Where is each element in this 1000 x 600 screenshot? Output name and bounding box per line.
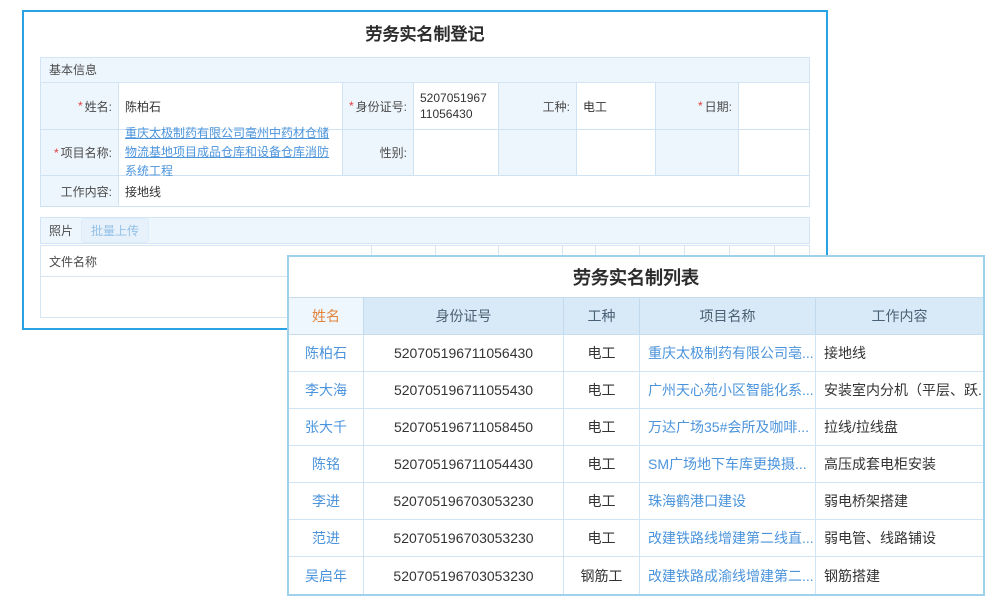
- id-number-label: * 身份证号:: [343, 83, 414, 130]
- cell-project: SM广场地下车库更换摄...: [640, 446, 816, 482]
- cell-content: 接地线: [816, 335, 983, 371]
- cell-project: 改建铁路成渝线增建第二...: [640, 557, 816, 594]
- empty-label-cell: [499, 130, 577, 176]
- cell-work-type: 电工: [564, 409, 640, 445]
- basic-info-grid: * 姓名: 陈柏石 * 身份证号: 520705196711056430 工种:…: [40, 83, 810, 207]
- work-content-label: 工作内容:: [41, 176, 119, 207]
- section-basic-info: 基本信息: [40, 57, 810, 83]
- required-asterisk: *: [698, 99, 703, 113]
- project-link[interactable]: 重庆太极制药有限公司亳...: [648, 343, 814, 363]
- worker-name-link[interactable]: 陈铭: [312, 454, 340, 474]
- cell-name: 吴启年: [289, 557, 364, 594]
- table-row: 陈柏石 520705196711056430 电工 重庆太极制药有限公司亳...…: [289, 335, 983, 372]
- name-label: * 姓名:: [41, 83, 119, 130]
- project-link[interactable]: SM广场地下车库更换摄...: [648, 454, 807, 474]
- table-row: 李大海 520705196711055430 电工 广州天心苑小区智能化系...…: [289, 372, 983, 409]
- date-label: * 日期:: [656, 83, 739, 130]
- cell-name: 张大千: [289, 409, 364, 445]
- project-name-link[interactable]: 重庆太极制药有限公司亳州中药材仓储物流基地项目成品仓库和设备仓库消防系统工程: [125, 124, 336, 182]
- project-name-value: 重庆太极制药有限公司亳州中药材仓储物流基地项目成品仓库和设备仓库消防系统工程: [119, 130, 343, 176]
- required-asterisk: *: [349, 99, 354, 113]
- table-row: 李进 520705196703053230 电工 珠海鹤港口建设 弱电桥架搭建: [289, 483, 983, 520]
- worker-name-link[interactable]: 吴启年: [305, 566, 347, 586]
- column-header-id: 身份证号: [364, 298, 564, 334]
- cell-id: 520705196711054430: [364, 446, 564, 482]
- project-link[interactable]: 改建铁路成渝线增建第二...: [648, 566, 814, 586]
- date-value: [739, 83, 810, 130]
- worker-name-link[interactable]: 李大海: [305, 380, 347, 400]
- project-name-label-text: 项目名称:: [61, 144, 112, 161]
- cell-work-type: 电工: [564, 372, 640, 408]
- worker-name-link[interactable]: 范进: [312, 528, 340, 548]
- photo-section-label: 照片: [49, 222, 73, 239]
- table-row: 张大千 520705196711058450 电工 万达广场35#会所及咖啡..…: [289, 409, 983, 446]
- project-link[interactable]: 万达广场35#会所及咖啡...: [648, 417, 809, 437]
- cell-name: 李进: [289, 483, 364, 519]
- cell-content: 拉线/拉线盘: [816, 409, 983, 445]
- cell-id: 520705196711058450: [364, 409, 564, 445]
- worker-name-link[interactable]: 陈柏石: [305, 343, 347, 363]
- cell-id: 520705196711056430: [364, 335, 564, 371]
- cell-project: 改建铁路线增建第二线直...: [640, 520, 816, 556]
- work-type-value: 电工: [577, 83, 656, 130]
- worker-name-link[interactable]: 张大千: [305, 417, 347, 437]
- required-asterisk: *: [54, 146, 59, 160]
- gender-label: 性别:: [343, 130, 414, 176]
- column-header-content: 工作内容: [816, 298, 983, 334]
- cell-id: 520705196703053230: [364, 557, 564, 594]
- cell-content: 钢筋搭建: [816, 557, 983, 594]
- worker-name-link[interactable]: 李进: [312, 491, 340, 511]
- cell-work-type: 钢筋工: [564, 557, 640, 594]
- required-asterisk: *: [78, 99, 83, 113]
- gender-value: [414, 130, 499, 176]
- table-row: 陈铭 520705196711054430 电工 SM广场地下车库更换摄... …: [289, 446, 983, 483]
- table-row: 吴启年 520705196703053230 钢筋工 改建铁路成渝线增建第二..…: [289, 557, 983, 594]
- cell-project: 珠海鹤港口建设: [640, 483, 816, 519]
- cell-id: 520705196703053230: [364, 520, 564, 556]
- cell-id: 520705196711055430: [364, 372, 564, 408]
- name-label-text: 姓名:: [85, 98, 112, 115]
- work-type-label: 工种:: [499, 83, 577, 130]
- list-window: 劳务实名制列表 姓名 身份证号 工种 项目名称 工作内容 陈柏石 5207051…: [287, 255, 985, 596]
- id-number-text: 520705196711056430: [420, 90, 492, 122]
- project-link[interactable]: 广州天心苑小区智能化系...: [648, 380, 814, 400]
- cell-project: 万达广场35#会所及咖啡...: [640, 409, 816, 445]
- work-content-value: 接地线: [119, 176, 810, 207]
- empty-value-cell: [577, 130, 656, 176]
- project-link[interactable]: 珠海鹤港口建设: [648, 491, 746, 511]
- list-header-row: 姓名 身份证号 工种 项目名称 工作内容: [289, 297, 983, 335]
- cell-work-type: 电工: [564, 446, 640, 482]
- form-title: 劳务实名制登记: [24, 12, 826, 57]
- cell-content: 高压成套电柜安装: [816, 446, 983, 482]
- cell-project: 广州天心苑小区智能化系...: [640, 372, 816, 408]
- table-row: 范进 520705196703053230 电工 改建铁路线增建第二线直... …: [289, 520, 983, 557]
- cell-work-type: 电工: [564, 520, 640, 556]
- empty-label-cell: [656, 130, 739, 176]
- cell-work-type: 电工: [564, 483, 640, 519]
- cell-name: 陈柏石: [289, 335, 364, 371]
- id-number-label-text: 身份证号:: [356, 98, 407, 115]
- cell-name: 范进: [289, 520, 364, 556]
- batch-upload-button[interactable]: 批量上传: [81, 218, 149, 243]
- project-link[interactable]: 改建铁路线增建第二线直...: [648, 528, 814, 548]
- empty-value-cell: [739, 130, 810, 176]
- cell-id: 520705196703053230: [364, 483, 564, 519]
- column-header-work-type: 工种: [564, 298, 640, 334]
- cell-name: 陈铭: [289, 446, 364, 482]
- section-photo: 照片 批量上传: [40, 217, 810, 244]
- list-title: 劳务实名制列表: [289, 257, 983, 297]
- cell-content: 安装室内分机（平层、跃...: [816, 372, 983, 408]
- column-header-project: 项目名称: [640, 298, 816, 334]
- cell-content: 弱电桥架搭建: [816, 483, 983, 519]
- cell-work-type: 电工: [564, 335, 640, 371]
- cell-content: 弱电管、线路铺设: [816, 520, 983, 556]
- cell-project: 重庆太极制药有限公司亳...: [640, 335, 816, 371]
- column-header-name: 姓名: [289, 298, 364, 334]
- page: 劳务实名制登记 基本信息 * 姓名: 陈柏石 * 身份证号: 520705196…: [0, 0, 1000, 600]
- cell-name: 李大海: [289, 372, 364, 408]
- project-name-label: * 项目名称:: [41, 130, 119, 176]
- id-number-value: 520705196711056430: [414, 83, 499, 130]
- date-label-text: 日期:: [705, 98, 732, 115]
